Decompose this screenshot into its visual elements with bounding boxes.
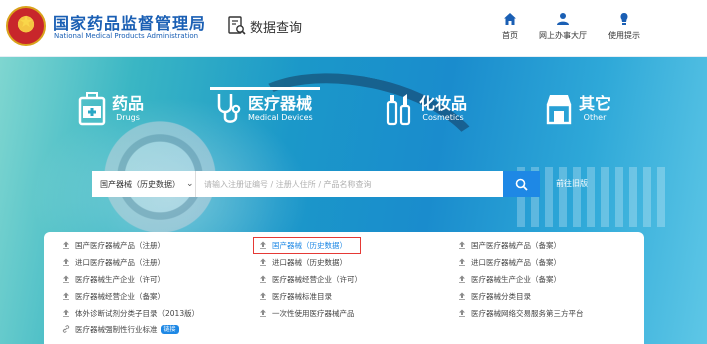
upload-icon bbox=[260, 258, 266, 266]
link-imported-device-history[interactable]: 进口器械（历史数据） bbox=[259, 255, 347, 269]
category-other-cn: 其它 bbox=[579, 94, 612, 113]
nav-online-service-label: 网上办事大厅 bbox=[539, 31, 587, 40]
category-medical-devices[interactable]: 医疗器械 Medical Devices bbox=[214, 89, 313, 129]
link-imported-device-filing[interactable]: 进口医疗器械产品（备案） bbox=[458, 255, 561, 269]
brand-title[interactable]: 国家药品监督管理局 bbox=[53, 10, 206, 34]
link-label: 国产医疗器械产品（备案） bbox=[471, 240, 561, 250]
link-label: 医疗器械生产企业（备案） bbox=[471, 274, 561, 284]
upload-icon bbox=[63, 309, 69, 317]
link-domestic-device-registration[interactable]: 国产医疗器械产品（注册） bbox=[62, 238, 165, 252]
link-domestic-device-filing[interactable]: 国产医疗器械产品（备案） bbox=[458, 238, 561, 252]
link-chain-icon bbox=[62, 325, 70, 333]
search-bar: 国产器械（历史数据） bbox=[92, 171, 540, 197]
nav-home[interactable]: 首页 bbox=[502, 12, 518, 41]
category-medical-devices-en: Medical Devices bbox=[248, 113, 313, 122]
category-cosmetics-en: Cosmetics bbox=[422, 113, 464, 122]
link-label: 进口医疗器械产品（备案） bbox=[471, 257, 561, 267]
category-cosmetics-cn: 化妆品 bbox=[419, 94, 468, 113]
user-icon bbox=[557, 13, 569, 25]
database-search-icon bbox=[228, 16, 246, 35]
link-imported-device-registration[interactable]: 进口医疗器械产品（注册） bbox=[62, 255, 165, 269]
lightbulb-icon bbox=[620, 13, 628, 25]
link-label: 医疗器械网络交易服务第三方平台 bbox=[471, 308, 584, 318]
data-query-title: 数据查询 bbox=[228, 16, 302, 36]
search-input[interactable] bbox=[196, 171, 503, 197]
link-label: 医疗器械标准目录 bbox=[272, 291, 332, 301]
link-manufacturer-license[interactable]: 医疗器械生产企业（许可） bbox=[62, 272, 165, 286]
upload-icon bbox=[260, 309, 266, 317]
upload-icon bbox=[459, 309, 465, 317]
category-drugs[interactable]: 药品 Drugs bbox=[78, 89, 144, 129]
link-label: 医疗器械生产企业（许可） bbox=[75, 274, 165, 284]
link-label: 医疗器械经营企业（备案） bbox=[75, 291, 165, 301]
category-drugs-cn: 药品 bbox=[112, 94, 145, 113]
site-header: 国家药品监督管理局 National Medical Products Admi… bbox=[0, 0, 707, 57]
link-standards-catalog[interactable]: 医疗器械标准目录 bbox=[259, 289, 332, 303]
old-version-link[interactable]: 前往旧版 bbox=[556, 178, 588, 189]
search-category-select[interactable]: 国产器械（历史数据） bbox=[92, 171, 196, 197]
link-distributor-license[interactable]: 医疗器械经营企业（许可） bbox=[259, 272, 362, 286]
store-icon bbox=[546, 95, 572, 125]
category-other-en: Other bbox=[583, 113, 607, 122]
search-icon bbox=[515, 178, 528, 191]
link-classification-catalog[interactable]: 医疗器械分类目录 bbox=[458, 289, 531, 303]
link-label: 医疗器械分类目录 bbox=[471, 291, 531, 301]
upload-icon bbox=[459, 275, 465, 283]
home-icon bbox=[504, 13, 516, 25]
selection-highlight-box bbox=[253, 237, 361, 254]
link-label: 进口医疗器械产品（注册） bbox=[75, 257, 165, 267]
link-disposable-devices[interactable]: 一次性使用医疗器械产品 bbox=[259, 306, 355, 320]
link-distributor-filing[interactable]: 医疗器械经营企业（备案） bbox=[62, 289, 165, 303]
link-mandatory-standards[interactable]: 医疗器械强制性行业标准 链接 bbox=[62, 322, 179, 336]
link-label: 一次性使用医疗器械产品 bbox=[272, 308, 355, 318]
medicine-box-icon bbox=[78, 92, 106, 126]
cosmetics-icon bbox=[386, 94, 411, 126]
upload-icon bbox=[63, 241, 69, 249]
link-ivd-classification[interactable]: 体外诊断试剂分类子目录（2013版） bbox=[62, 306, 199, 320]
upload-icon bbox=[260, 275, 266, 283]
link-label: 国产医疗器械产品（注册） bbox=[75, 240, 165, 250]
nav-usage-tips-label: 使用提示 bbox=[608, 31, 640, 40]
national-emblem-logo[interactable] bbox=[6, 6, 46, 46]
link-online-trading-platform[interactable]: 医疗器械网络交易服务第三方平台 bbox=[458, 306, 584, 320]
link-label: 体外诊断试剂分类子目录（2013版） bbox=[75, 308, 200, 318]
link-label: 医疗器械强制性行业标准 bbox=[75, 324, 158, 334]
category-other[interactable]: 其它 Other bbox=[545, 89, 611, 129]
link-label: 医疗器械经营企业（许可） bbox=[272, 274, 362, 284]
category-drugs-en: Drugs bbox=[116, 113, 140, 122]
upload-icon bbox=[260, 292, 266, 300]
upload-icon bbox=[63, 292, 69, 300]
search-button[interactable] bbox=[503, 171, 540, 197]
external-link-badge: 链接 bbox=[160, 324, 179, 334]
nav-usage-tips[interactable]: 使用提示 bbox=[608, 12, 640, 41]
nav-online-service[interactable]: 网上办事大厅 bbox=[539, 12, 587, 41]
stethoscope-icon bbox=[217, 94, 241, 123]
upload-icon bbox=[459, 258, 465, 266]
category-cosmetics[interactable]: 化妆品 Cosmetics bbox=[385, 89, 467, 129]
link-manufacturer-filing[interactable]: 医疗器械生产企业（备案） bbox=[458, 272, 561, 286]
brand-subtitle: National Medical Products Administration bbox=[54, 32, 199, 40]
link-label: 进口器械（历史数据） bbox=[272, 257, 347, 267]
upload-icon bbox=[63, 275, 69, 283]
upload-icon bbox=[63, 258, 69, 266]
nav-home-label: 首页 bbox=[502, 31, 518, 40]
upload-icon bbox=[459, 241, 465, 249]
upload-icon bbox=[459, 292, 465, 300]
data-query-label: 数据查询 bbox=[250, 20, 303, 36]
category-medical-devices-cn: 医疗器械 bbox=[248, 94, 313, 113]
